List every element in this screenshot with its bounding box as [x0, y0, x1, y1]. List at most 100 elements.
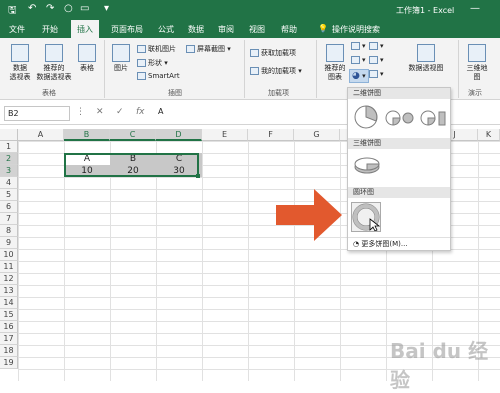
minimize-button[interactable]: — [470, 3, 480, 14]
recommended-charts-icon [326, 44, 344, 62]
ribbon-tabs: 文件 开始 插入 页面布局 公式 数据 审阅 视图 帮助 💡 操作说明搜索 [0, 20, 500, 38]
group-illustrations-label: 插图 [168, 89, 182, 97]
row-header-5[interactable]: 5 [0, 189, 18, 201]
column-header-e[interactable]: E [202, 129, 248, 141]
line-chart-button[interactable]: ▾ [351, 56, 366, 64]
shapes-label: 形状 [148, 59, 162, 67]
group-separator [244, 40, 245, 98]
doughnut-option[interactable] [351, 202, 381, 232]
row-header-4[interactable]: 4 [0, 177, 18, 189]
shapes-button[interactable]: 形状 ▾ [137, 58, 168, 68]
pictures-button[interactable]: 图片 [110, 44, 132, 73]
column-chart-icon [351, 42, 360, 50]
pie-chart-button[interactable]: ◕ ▾ [349, 69, 369, 83]
customize-qat-icon[interactable]: ▾ [104, 3, 109, 14]
online-pictures-button[interactable]: 联机图片 [137, 44, 176, 54]
save-icon[interactable]: 🖫 [8, 3, 17, 20]
scatter-chart-icon [369, 70, 378, 78]
row-header-17[interactable]: 17 [0, 333, 18, 345]
row-header-11[interactable]: 11 [0, 261, 18, 273]
pivot-chart-label: 数据透视图 [408, 64, 444, 72]
map-3d-button[interactable]: 三维地 图 [462, 44, 492, 82]
section-3d-pie: 三维饼图 [348, 138, 450, 149]
pie-3d-option[interactable] [353, 154, 381, 178]
statistic-chart-button[interactable]: ▾ [369, 56, 384, 64]
bar-of-pie-option[interactable] [419, 108, 449, 130]
search-icon[interactable]: 💡 [318, 24, 328, 33]
row-header-9[interactable]: 9 [0, 237, 18, 249]
get-addins-button[interactable]: 获取加载项 [250, 48, 296, 58]
line-chart-icon [351, 56, 360, 64]
insert-function-icon[interactable]: fx [136, 107, 145, 117]
tell-me-search[interactable]: 操作说明搜索 [332, 24, 380, 35]
get-addins-label: 获取加载项 [261, 49, 296, 57]
shape-circle-icon[interactable]: ○ [64, 3, 73, 14]
recommended-pivot-button[interactable]: 推荐的 数据透视表 [34, 44, 74, 82]
section-2d-pie: 二维饼图 [348, 88, 450, 99]
column-header-a[interactable]: A [18, 129, 64, 141]
store-icon [250, 49, 259, 57]
pivot-chart-button[interactable]: 数据透视图 [404, 44, 448, 73]
column-chart-button[interactable]: ▾ [351, 42, 366, 50]
group-addins-label: 加载项 [268, 89, 289, 97]
undo-icon[interactable]: ↶ [28, 3, 36, 14]
smartart-icon [137, 72, 146, 80]
cancel-icon[interactable]: ✕ [96, 107, 104, 117]
smartart-button[interactable]: SmartArt [137, 72, 180, 80]
row-header-16[interactable]: 16 [0, 321, 18, 333]
pictures-label: 图片 [114, 64, 128, 72]
my-addins-button[interactable]: 我的加载项 ▾ [250, 66, 302, 76]
row-header-3[interactable]: 3 [0, 165, 18, 177]
row-header-14[interactable]: 14 [0, 297, 18, 309]
tab-data[interactable]: 数据 [188, 24, 204, 35]
name-box[interactable]: B2 [4, 106, 70, 121]
row-header-15[interactable]: 15 [0, 309, 18, 321]
more-pie-charts-option[interactable]: ◔ 更多饼图(M)... [348, 237, 450, 249]
recommended-charts-label: 推荐的 图表 [324, 64, 346, 81]
name-box-value: B2 [8, 109, 19, 118]
tab-formulas[interactable]: 公式 [158, 24, 174, 35]
column-header-k[interactable]: K [478, 129, 500, 141]
column-header-b[interactable]: B [64, 129, 110, 141]
column-header-g[interactable]: G [294, 129, 340, 141]
shape-rect-icon[interactable]: ▭ [80, 3, 89, 14]
column-header-c[interactable]: C [110, 129, 156, 141]
pie-chart-icon: ◕ [352, 71, 360, 81]
tab-help[interactable]: 帮助 [281, 24, 297, 35]
row-header-12[interactable]: 12 [0, 273, 18, 285]
tab-review[interactable]: 审阅 [218, 24, 234, 35]
screenshot-button[interactable]: 屏幕截图 ▾ [186, 44, 231, 54]
formula-input[interactable]: A [158, 107, 163, 116]
row-header-10[interactable]: 10 [0, 249, 18, 261]
enter-icon[interactable]: ✓ [116, 107, 124, 117]
row-header-13[interactable]: 13 [0, 285, 18, 297]
row-header-18[interactable]: 18 [0, 345, 18, 357]
hierarchy-chart-button[interactable]: ▾ [369, 42, 384, 50]
pivot-table-button[interactable]: 数据 透视表 [6, 44, 34, 82]
row-header-2[interactable]: 2 [0, 153, 18, 165]
table-button[interactable]: 表格 [76, 44, 98, 73]
tab-view[interactable]: 视图 [249, 24, 265, 35]
pivot-chart-icon [417, 44, 435, 62]
row-header-6[interactable]: 6 [0, 201, 18, 213]
tab-file[interactable]: 文件 [9, 24, 25, 35]
redo-icon[interactable]: ↷ [46, 3, 54, 14]
column-header-f[interactable]: F [248, 129, 294, 141]
scatter-chart-button[interactable]: ▾ [369, 70, 384, 78]
screenshot-icon [186, 45, 195, 53]
pie-2d-option[interactable] [353, 104, 379, 132]
row-header-1[interactable]: 1 [0, 141, 18, 153]
shapes-icon [137, 59, 146, 67]
tab-home[interactable]: 开始 [42, 24, 58, 35]
fill-handle[interactable] [196, 174, 200, 178]
column-header-d[interactable]: D [156, 129, 202, 141]
recommended-charts-button[interactable]: 推荐的 图表 [320, 44, 350, 82]
pie-of-pie-option[interactable] [385, 108, 415, 130]
tab-insert[interactable]: 插入 [71, 20, 99, 38]
select-all-corner[interactable] [0, 129, 18, 141]
row-header-7[interactable]: 7 [0, 213, 18, 225]
tab-page-layout[interactable]: 页面布局 [111, 24, 143, 35]
row-header-8[interactable]: 8 [0, 225, 18, 237]
recommended-pivot-label: 推荐的 数据透视表 [36, 64, 72, 81]
row-header-19[interactable]: 19 [0, 357, 18, 369]
